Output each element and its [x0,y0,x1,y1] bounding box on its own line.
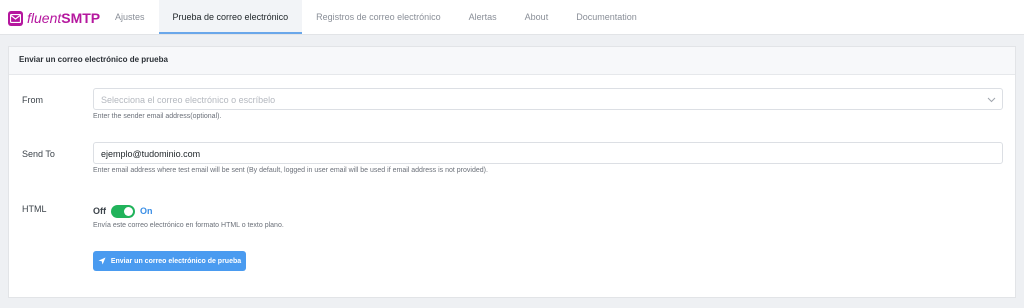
logo-text-fluent: fluent [27,10,62,26]
tab-registros-de-correo[interactable]: Registros de correo electrónico [302,0,455,34]
send-to-help-text: Enter email address where test email wil… [93,167,488,174]
tab-alertas[interactable]: Alertas [455,0,511,34]
logo-text-smtp: SMTP [61,10,101,26]
from-placeholder: Selecciona el correo electrónico o escrí… [101,95,276,105]
tab-bar: Ajustes Prueba de correo electrónico Reg… [101,0,651,34]
chevron-down-icon[interactable] [987,89,996,111]
html-format-switch[interactable] [111,204,135,218]
send-to-value: ejemplo@tudominio.com [101,149,201,159]
from-label: From [22,95,43,105]
tab-prueba-de-correo[interactable]: Prueba de correo electrónico [158,0,303,34]
fluentsmtp-logo[interactable]: fluent SMTP [8,9,100,27]
top-navigation-bar: fluent SMTP Ajustes Prueba de correo ele… [0,0,1024,35]
send-test-email-label: Enviar un correo electrónico de prueba [110,257,242,265]
test-email-panel: Enviar un correo electrónico de prueba F… [8,46,1016,298]
tab-ajustes[interactable]: Ajustes [101,0,159,34]
toggle-on-label: On [140,206,153,216]
from-help-text: Enter the sender email address(optional)… [93,113,222,120]
html-label: HTML [22,204,47,214]
send-test-email-button[interactable]: Enviar un correo electrónico de prueba [93,251,246,271]
panel-title: Enviar un correo electrónico de prueba [19,55,168,64]
tab-about[interactable]: About [511,0,563,34]
html-toggle-group: Off On [93,204,153,218]
send-to-input[interactable]: ejemplo@tudominio.com [93,142,1003,164]
envelope-logo-icon [8,10,23,26]
toggle-off-label: Off [93,206,106,216]
tab-documentation[interactable]: Documentation [562,0,651,34]
from-select[interactable]: Selecciona el correo electrónico o escrí… [93,88,1003,110]
html-help-text: Envía este correo electrónico en formato… [93,222,284,229]
panel-header: Enviar un correo electrónico de prueba [9,47,1015,75]
send-to-label: Send To [22,149,55,159]
paper-plane-icon [98,257,106,265]
switch-knob [124,206,133,216]
